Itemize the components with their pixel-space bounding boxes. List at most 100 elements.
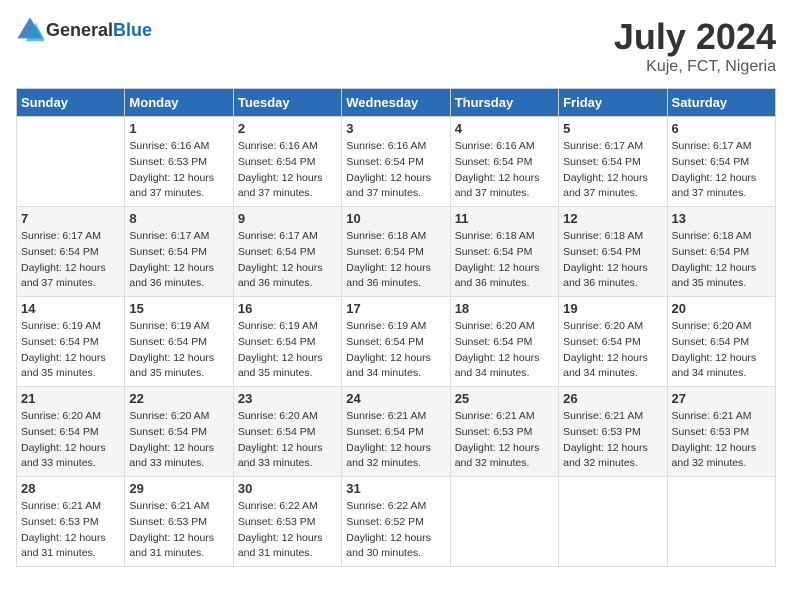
cell-w0-d5: 5 Sunrise: 6:17 AMSunset: 6:54 PMDaylight… — [559, 117, 667, 207]
col-saturday: Saturday — [667, 89, 775, 117]
logo-icon — [16, 16, 44, 44]
day-info-24: Sunrise: 6:21 AMSunset: 6:54 PMDaylight:… — [346, 409, 445, 472]
day-number-23: 23 — [238, 391, 337, 406]
day-number-19: 19 — [563, 301, 662, 316]
day-number-12: 12 — [563, 211, 662, 226]
day-number-21: 21 — [21, 391, 120, 406]
cell-w1-d5: 12 Sunrise: 6:18 AMSunset: 6:54 PMDayligh… — [559, 207, 667, 297]
day-info-21: Sunrise: 6:20 AMSunset: 6:54 PMDaylight:… — [21, 409, 120, 472]
day-info-25: Sunrise: 6:21 AMSunset: 6:53 PMDaylight:… — [455, 409, 554, 472]
day-info-1: Sunrise: 6:16 AMSunset: 6:53 PMDaylight:… — [129, 139, 228, 202]
day-info-8: Sunrise: 6:17 AMSunset: 6:54 PMDaylight:… — [129, 229, 228, 292]
cell-w0-d1: 1 Sunrise: 6:16 AMSunset: 6:53 PMDaylight… — [125, 117, 233, 207]
day-number-5: 5 — [563, 121, 662, 136]
cell-w0-d6: 6 Sunrise: 6:17 AMSunset: 6:54 PMDaylight… — [667, 117, 775, 207]
day-info-27: Sunrise: 6:21 AMSunset: 6:53 PMDaylight:… — [672, 409, 771, 472]
week-row-2: 14Sunrise: 6:19 AMSunset: 6:54 PMDayligh… — [17, 297, 776, 387]
day-number-11: 11 — [455, 211, 554, 226]
day-info-9: Sunrise: 6:17 AMSunset: 6:54 PMDaylight:… — [238, 229, 337, 292]
cell-w3-d4: 25Sunrise: 6:21 AMSunset: 6:53 PMDayligh… — [450, 387, 558, 477]
cell-w1-d3: 10Sunrise: 6:18 AMSunset: 6:54 PMDayligh… — [342, 207, 450, 297]
day-number-1: 1 — [129, 121, 228, 136]
day-number-6: 6 — [672, 121, 771, 136]
cell-w2-d4: 18Sunrise: 6:20 AMSunset: 6:54 PMDayligh… — [450, 297, 558, 387]
day-info-30: Sunrise: 6:22 AMSunset: 6:53 PMDaylight:… — [238, 499, 337, 562]
cell-w2-d1: 15 Sunrise: 6:19 AMSunset: 6:54 PMDayligh… — [125, 297, 233, 387]
cell-w3-d5: 26Sunrise: 6:21 AMSunset: 6:53 PMDayligh… — [559, 387, 667, 477]
day-info-4: Sunrise: 6:16 AMSunset: 6:54 PMDaylight:… — [455, 139, 554, 202]
day-number-7: 7 — [21, 211, 120, 226]
calendar-header-row: Sunday Monday Tuesday Wednesday Thursday… — [17, 89, 776, 117]
week-row-0: 1 Sunrise: 6:16 AMSunset: 6:53 PMDaylight… — [17, 117, 776, 207]
month-title: July 2024 — [614, 16, 776, 58]
cell-w0-d4: 4 Sunrise: 6:16 AMSunset: 6:54 PMDaylight… — [450, 117, 558, 207]
cell-w0-d0 — [17, 117, 125, 207]
cell-w3-d2: 23 Sunrise: 6:20 AMSunset: 6:54 PMDayligh… — [233, 387, 341, 477]
day-number-26: 26 — [563, 391, 662, 406]
week-row-4: 28 Sunrise: 6:21 AMSunset: 6:53 PMDayligh… — [17, 477, 776, 567]
cell-w4-d0: 28 Sunrise: 6:21 AMSunset: 6:53 PMDayligh… — [17, 477, 125, 567]
cell-w1-d4: 11 Sunrise: 6:18 AMSunset: 6:54 PMDayligh… — [450, 207, 558, 297]
cell-w1-d1: 8 Sunrise: 6:17 AMSunset: 6:54 PMDaylight… — [125, 207, 233, 297]
col-thursday: Thursday — [450, 89, 558, 117]
day-info-18: Sunrise: 6:20 AMSunset: 6:54 PMDaylight:… — [455, 319, 554, 382]
cell-w2-d3: 17 Sunrise: 6:19 AMSunset: 6:54 PMDayligh… — [342, 297, 450, 387]
cell-w1-d0: 7 Sunrise: 6:17 AMSunset: 6:54 PMDaylight… — [17, 207, 125, 297]
cell-w1-d6: 13 Sunrise: 6:18 AMSunset: 6:54 PMDayligh… — [667, 207, 775, 297]
day-number-29: 29 — [129, 481, 228, 496]
cell-w2-d0: 14Sunrise: 6:19 AMSunset: 6:54 PMDayligh… — [17, 297, 125, 387]
day-number-31: 31 — [346, 481, 445, 496]
cell-w4-d4 — [450, 477, 558, 567]
cell-w3-d0: 21 Sunrise: 6:20 AMSunset: 6:54 PMDayligh… — [17, 387, 125, 477]
col-tuesday: Tuesday — [233, 89, 341, 117]
cell-w4-d3: 31 Sunrise: 6:22 AMSunset: 6:52 PMDayligh… — [342, 477, 450, 567]
logo-text-general: General — [46, 20, 113, 40]
day-number-2: 2 — [238, 121, 337, 136]
day-info-28: Sunrise: 6:21 AMSunset: 6:53 PMDaylight:… — [21, 499, 120, 562]
cell-w2-d6: 20Sunrise: 6:20 AMSunset: 6:54 PMDayligh… — [667, 297, 775, 387]
day-number-8: 8 — [129, 211, 228, 226]
calendar-table: Sunday Monday Tuesday Wednesday Thursday… — [16, 88, 776, 567]
day-info-12: Sunrise: 6:18 AMSunset: 6:54 PMDaylight:… — [563, 229, 662, 292]
day-info-14: Sunrise: 6:19 AMSunset: 6:54 PMDaylight:… — [21, 319, 120, 382]
day-info-15: Sunrise: 6:19 AMSunset: 6:54 PMDaylight:… — [129, 319, 228, 382]
day-number-17: 17 — [346, 301, 445, 316]
day-info-19: Sunrise: 6:20 AMSunset: 6:54 PMDaylight:… — [563, 319, 662, 382]
cell-w2-d2: 16Sunrise: 6:19 AMSunset: 6:54 PMDayligh… — [233, 297, 341, 387]
day-info-17: Sunrise: 6:19 AMSunset: 6:54 PMDaylight:… — [346, 319, 445, 382]
day-info-29: Sunrise: 6:21 AMSunset: 6:53 PMDaylight:… — [129, 499, 228, 562]
week-row-3: 21 Sunrise: 6:20 AMSunset: 6:54 PMDayligh… — [17, 387, 776, 477]
col-monday: Monday — [125, 89, 233, 117]
col-sunday: Sunday — [17, 89, 125, 117]
week-row-1: 7 Sunrise: 6:17 AMSunset: 6:54 PMDaylight… — [17, 207, 776, 297]
day-number-9: 9 — [238, 211, 337, 226]
day-info-23: Sunrise: 6:20 AMSunset: 6:54 PMDaylight:… — [238, 409, 337, 472]
logo-text-blue: Blue — [113, 20, 152, 40]
day-info-11: Sunrise: 6:18 AMSunset: 6:54 PMDaylight:… — [455, 229, 554, 292]
day-info-5: Sunrise: 6:17 AMSunset: 6:54 PMDaylight:… — [563, 139, 662, 202]
day-info-7: Sunrise: 6:17 AMSunset: 6:54 PMDaylight:… — [21, 229, 120, 292]
day-info-20: Sunrise: 6:20 AMSunset: 6:54 PMDaylight:… — [672, 319, 771, 382]
day-number-3: 3 — [346, 121, 445, 136]
day-number-13: 13 — [672, 211, 771, 226]
day-info-22: Sunrise: 6:20 AMSunset: 6:54 PMDaylight:… — [129, 409, 228, 472]
cell-w0-d2: 2Sunrise: 6:16 AMSunset: 6:54 PMDaylight… — [233, 117, 341, 207]
day-info-31: Sunrise: 6:22 AMSunset: 6:52 PMDaylight:… — [346, 499, 445, 562]
day-number-28: 28 — [21, 481, 120, 496]
cell-w3-d3: 24 Sunrise: 6:21 AMSunset: 6:54 PMDayligh… — [342, 387, 450, 477]
cell-w2-d5: 19 Sunrise: 6:20 AMSunset: 6:54 PMDayligh… — [559, 297, 667, 387]
logo: GeneralBlue — [16, 16, 152, 44]
day-number-15: 15 — [129, 301, 228, 316]
cell-w4-d2: 30Sunrise: 6:22 AMSunset: 6:53 PMDayligh… — [233, 477, 341, 567]
day-info-6: Sunrise: 6:17 AMSunset: 6:54 PMDaylight:… — [672, 139, 771, 202]
col-friday: Friday — [559, 89, 667, 117]
cell-w3-d6: 27 Sunrise: 6:21 AMSunset: 6:53 PMDayligh… — [667, 387, 775, 477]
day-number-24: 24 — [346, 391, 445, 406]
day-number-22: 22 — [129, 391, 228, 406]
day-number-27: 27 — [672, 391, 771, 406]
cell-w0-d3: 3Sunrise: 6:16 AMSunset: 6:54 PMDaylight… — [342, 117, 450, 207]
day-number-4: 4 — [455, 121, 554, 136]
col-wednesday: Wednesday — [342, 89, 450, 117]
day-info-13: Sunrise: 6:18 AMSunset: 6:54 PMDaylight:… — [672, 229, 771, 292]
day-number-16: 16 — [238, 301, 337, 316]
